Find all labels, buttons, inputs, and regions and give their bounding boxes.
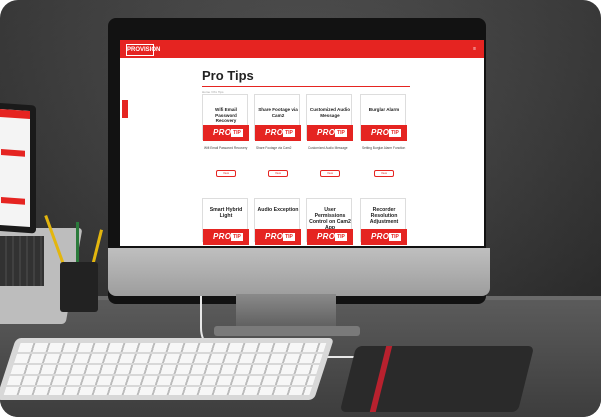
- card-thumbnail: Audio Exception PRO TIP: [254, 198, 301, 245]
- tip-badge: TIP: [335, 129, 347, 137]
- card-title: Smart Hybrid Light: [209, 207, 243, 219]
- laptop-screen: [0, 102, 36, 234]
- pro-label: PRO: [317, 128, 336, 137]
- tip-badge: TIP: [283, 129, 295, 137]
- card-title: Share Footage via Cam2: [258, 107, 298, 118]
- card-thumbnail: Burglar Alarm PRO TIP: [360, 94, 407, 141]
- laptop-block: [1, 197, 25, 205]
- pro-tip-banner: PRO TIP: [203, 125, 249, 141]
- tip-card[interactable]: Share Footage via Cam2 PRO TIP Share Foot…: [254, 94, 301, 180]
- card-subtitle: Share Footage via Cam2: [256, 146, 292, 150]
- tip-card[interactable]: Burglar Alarm PRO TIP Setting Burglar Ala…: [360, 94, 407, 180]
- pro-label: PRO: [265, 232, 284, 241]
- pro-tip-banner: PRO TIP: [307, 229, 353, 245]
- tip-card[interactable]: Wifi Email Password Recovery PRO TIP Wifi…: [202, 94, 249, 180]
- pro-label: PRO: [213, 128, 232, 137]
- pro-label: PRO: [213, 232, 232, 241]
- pencil-cup: [60, 262, 98, 312]
- site-header: PROVISION ≡: [120, 40, 484, 58]
- keyboard: [0, 338, 335, 400]
- card-thumbnail: User Permissions Control on Cam2 App PRO…: [306, 198, 353, 245]
- page-title: Pro Tips: [202, 68, 254, 83]
- tip-badge: TIP: [389, 233, 401, 241]
- pro-label: PRO: [317, 232, 336, 241]
- card-title: Burglar Alarm: [368, 107, 400, 112]
- tip-badge: TIP: [283, 233, 295, 241]
- view-button[interactable]: View: [320, 170, 340, 177]
- pro-tip-banner: PRO TIP: [307, 125, 353, 141]
- title-divider: [202, 86, 410, 87]
- tip-badge: TIP: [335, 233, 347, 241]
- card-thumbnail: Smart Hybrid Light PRO TIP: [202, 198, 249, 245]
- notebook: [339, 346, 535, 412]
- tip-badge: TIP: [231, 233, 243, 241]
- card-thumbnail: Wifi Email Password Recovery PRO TIP: [202, 94, 249, 141]
- card-subtitle: Wifi Email Password Recovery: [204, 146, 248, 150]
- view-button[interactable]: View: [268, 170, 288, 177]
- pro-tip-banner: PRO TIP: [255, 125, 301, 141]
- card-title: User Permissions Control on Cam2 App: [309, 207, 351, 231]
- side-tab[interactable]: [122, 100, 128, 118]
- photo-frame: PROVISION ≡ Pro Tips Home / Pro Tips Wif…: [0, 0, 601, 417]
- card-title: Customized Audio Message: [309, 107, 351, 118]
- tip-card[interactable]: User Permissions Control on Cam2 App PRO…: [306, 198, 353, 245]
- pro-tip-banner: PRO TIP: [255, 229, 301, 245]
- laptop-header-bar: [0, 108, 30, 120]
- pro-tip-banner: PRO TIP: [361, 229, 407, 245]
- tip-card[interactable]: Audio Exception PRO TIP: [254, 198, 301, 245]
- laptop-display: [0, 108, 30, 228]
- tip-badge: TIP: [231, 129, 243, 137]
- tip-card[interactable]: Smart Hybrid Light PRO TIP: [202, 198, 249, 245]
- tip-card[interactable]: Recorder Resolution Adjustment PRO TIP: [360, 198, 407, 245]
- menu-icon[interactable]: ≡: [473, 46, 476, 52]
- pro-label: PRO: [265, 128, 284, 137]
- pro-label: PRO: [371, 128, 390, 137]
- card-title: Recorder Resolution Adjustment: [369, 207, 399, 225]
- card-thumbnail: Share Footage via Cam2 PRO TIP: [254, 94, 301, 141]
- laptop-keyboard: [0, 236, 44, 286]
- card-subtitle: Customized Audio Message: [308, 146, 348, 150]
- pro-label: PRO: [371, 232, 390, 241]
- pro-tip-banner: PRO TIP: [203, 229, 249, 245]
- card-thumbnail: Customized Audio Message PRO TIP: [306, 94, 353, 141]
- card-title: Wifi Email Password Recovery: [215, 107, 237, 123]
- card-thumbnail: Recorder Resolution Adjustment PRO TIP: [360, 198, 407, 245]
- tip-badge: TIP: [389, 129, 401, 137]
- view-button[interactable]: View: [216, 170, 236, 177]
- notebook-strap: [369, 346, 393, 412]
- site-logo[interactable]: PROVISION: [126, 44, 160, 56]
- keyboard-keys: [3, 343, 327, 395]
- view-button[interactable]: View: [374, 170, 394, 177]
- card-title: Audio Exception: [257, 207, 299, 213]
- laptop-block: [1, 149, 25, 157]
- tip-card[interactable]: Customized Audio Message PRO TIP Customiz…: [306, 94, 353, 180]
- imac-screen: PROVISION ≡ Pro Tips Home / Pro Tips Wif…: [120, 40, 484, 246]
- imac-chin: [108, 248, 490, 296]
- pro-tip-banner: PRO TIP: [361, 125, 407, 141]
- card-subtitle: Setting Burglar Alarm Function: [362, 146, 406, 150]
